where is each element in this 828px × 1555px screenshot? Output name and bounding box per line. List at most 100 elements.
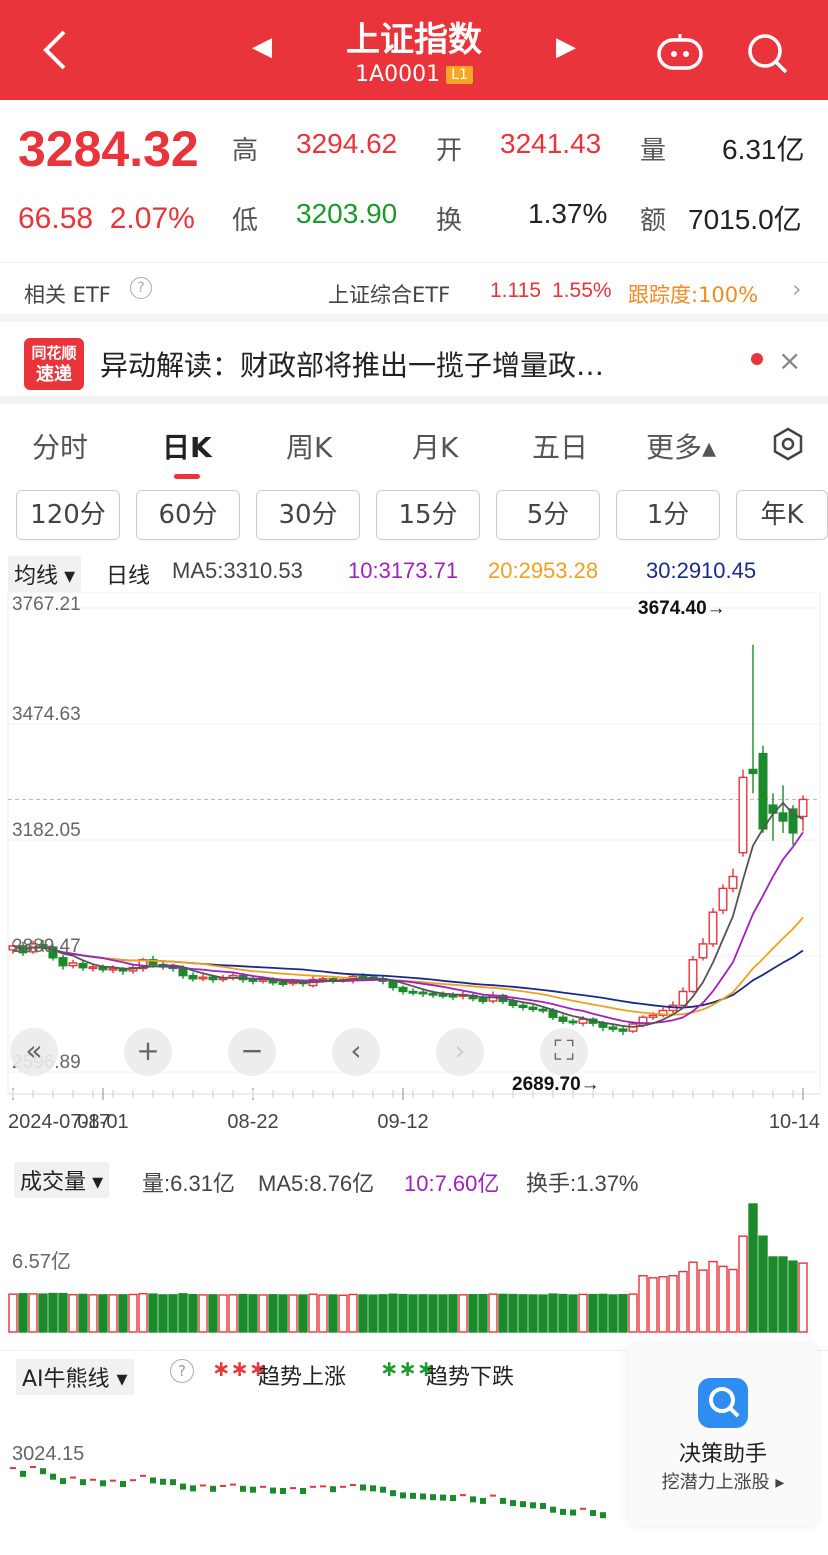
volume-bar bbox=[138, 1293, 148, 1333]
ai-trend-mark bbox=[370, 1485, 376, 1492]
ai-trend-mark bbox=[260, 1485, 266, 1488]
candle-body bbox=[428, 992, 438, 996]
news-headline[interactable]: 异动解读：财政部将推出一揽子增量政… bbox=[100, 344, 604, 384]
close-icon[interactable]: × bbox=[778, 344, 801, 377]
prev-stock-icon[interactable]: ◀ bbox=[252, 32, 272, 62]
candle-body bbox=[398, 986, 408, 993]
y-tick-label: 3767.21 bbox=[12, 594, 81, 615]
volume-bar bbox=[708, 1260, 718, 1333]
ai-selector[interactable]: AI牛熊线 ▾ bbox=[16, 1359, 134, 1395]
candle-body bbox=[528, 1006, 538, 1011]
volume-ma10: 10:7.60亿 bbox=[404, 1171, 500, 1196]
ai-trend-mark bbox=[580, 1507, 586, 1510]
chevron-right-icon: › bbox=[792, 275, 802, 303]
ma10-value: 10:3173.71 bbox=[348, 558, 459, 583]
volume-bar bbox=[58, 1292, 68, 1333]
stock-code: 1A0001 L1 bbox=[300, 62, 528, 87]
ai-trend-mark bbox=[500, 1497, 506, 1504]
candle-body bbox=[578, 1018, 588, 1024]
volume-bar bbox=[758, 1235, 768, 1333]
candle-body bbox=[618, 1028, 628, 1032]
high-marker: 3674.40→ bbox=[638, 598, 726, 619]
ai-trend-mark bbox=[440, 1494, 446, 1501]
tab-monthly-k[interactable]: 月K bbox=[412, 426, 458, 466]
etf-name: 上证综合ETF bbox=[328, 283, 451, 307]
back-icon[interactable] bbox=[36, 22, 76, 78]
volume-bar bbox=[678, 1270, 688, 1333]
ai-trend-mark bbox=[10, 1467, 16, 1470]
scroll-right-icon[interactable]: › bbox=[436, 1028, 484, 1076]
ma30-value: 30:2910.45 bbox=[646, 558, 757, 583]
search-icon[interactable] bbox=[744, 30, 790, 76]
fullscreen-icon[interactable]: ⛶ bbox=[540, 1028, 588, 1076]
ai-trend-mark bbox=[220, 1484, 226, 1487]
volume-bar bbox=[798, 1262, 808, 1333]
open-value: 3241.43 bbox=[500, 128, 602, 159]
ai-help-icon[interactable]: ? bbox=[170, 1359, 194, 1383]
ai-trend-mark bbox=[250, 1486, 256, 1493]
high-value: 3294.62 bbox=[296, 128, 398, 159]
period-30min[interactable]: 30分 bbox=[256, 490, 360, 540]
volume-bar bbox=[268, 1294, 278, 1333]
volume-bar bbox=[128, 1293, 138, 1333]
period-selector: 120分 60分 30分 15分 5分 1分 年K bbox=[0, 488, 828, 544]
volume-bar bbox=[558, 1293, 568, 1333]
period-60min[interactable]: 60分 bbox=[136, 490, 240, 540]
ai-trend-mark bbox=[150, 1477, 156, 1484]
scroll-left-icon[interactable]: ‹ bbox=[332, 1028, 380, 1076]
robot-icon[interactable] bbox=[656, 32, 704, 72]
zoom-out-icon[interactable]: − bbox=[228, 1028, 276, 1076]
ai-trend-mark bbox=[460, 1494, 466, 1497]
volume-bar bbox=[18, 1293, 28, 1333]
turnover-value: 1.37% bbox=[528, 198, 608, 229]
page-title: 上证指数 bbox=[346, 20, 482, 60]
volume-chart[interactable]: 6.57亿 bbox=[0, 1196, 828, 1336]
ma-legend: 均线 ▾ 日线 MA5:3310.53 10:3173.71 20:2953.2… bbox=[0, 552, 828, 592]
volume-bar bbox=[738, 1235, 748, 1333]
tab-more[interactable]: 更多▴ bbox=[646, 426, 716, 466]
period-1min[interactable]: 1分 bbox=[616, 490, 720, 540]
related-etf-row[interactable]: 相关 ETF ? 上证综合ETF 1.115 1.55% 跟踪度:100% › bbox=[0, 262, 828, 322]
etf-tracking: 跟踪度:100% bbox=[628, 283, 759, 307]
tab-five-day[interactable]: 五日 bbox=[532, 426, 588, 466]
candle-body bbox=[78, 963, 88, 969]
volume-bar bbox=[408, 1294, 418, 1333]
volume-y-tick: 6.57亿 bbox=[12, 1250, 71, 1273]
period-120min[interactable]: 120分 bbox=[16, 490, 120, 540]
helper-search-icon bbox=[698, 1378, 748, 1428]
period-15min[interactable]: 15分 bbox=[376, 490, 480, 540]
tab-daily-k[interactable]: 日K bbox=[162, 426, 212, 466]
candle-body bbox=[798, 798, 808, 818]
news-ticker[interactable]: 同花顺 速递 异动解读：财政部将推出一揽子增量政… × bbox=[0, 324, 828, 404]
volume-bar bbox=[568, 1294, 578, 1333]
tab-intraday[interactable]: 分时 bbox=[32, 426, 88, 466]
ai-trend-mark bbox=[210, 1485, 216, 1492]
volume-selector[interactable]: 成交量 ▾ bbox=[14, 1162, 110, 1198]
next-stock-icon[interactable]: ▶ bbox=[556, 32, 576, 62]
ma-selector[interactable]: 均线 ▾ bbox=[8, 556, 82, 592]
kline-chart[interactable]: 3767.213474.633182.052889.472596.89 2024… bbox=[0, 592, 828, 1152]
candle-body bbox=[188, 974, 198, 980]
volume-bar bbox=[248, 1294, 258, 1333]
period-5min[interactable]: 5分 bbox=[496, 490, 600, 540]
volume-bar bbox=[338, 1294, 348, 1333]
candle-body bbox=[418, 991, 428, 995]
zoom-in-icon[interactable]: + bbox=[124, 1028, 172, 1076]
volume-bar bbox=[308, 1293, 318, 1333]
volume-bar bbox=[388, 1293, 398, 1333]
settings-icon[interactable] bbox=[770, 426, 806, 466]
ai-trend-mark bbox=[330, 1486, 336, 1493]
etf-pct: 1.55% bbox=[552, 279, 612, 302]
period-year-k[interactable]: 年K bbox=[736, 490, 828, 540]
ai-trend-mark bbox=[50, 1473, 56, 1480]
volume-bar bbox=[668, 1275, 678, 1333]
tab-weekly-k[interactable]: 周K bbox=[286, 426, 332, 466]
help-icon[interactable]: ? bbox=[130, 277, 152, 299]
candle-body bbox=[758, 752, 768, 830]
level-badge: L1 bbox=[446, 66, 473, 84]
candle-body bbox=[778, 812, 788, 822]
turnover-rate: 换手:1.37% bbox=[526, 1171, 639, 1196]
decision-helper-card[interactable]: 决策助手 挖潜力上涨股 ▸ bbox=[628, 1344, 818, 1526]
rewind-icon[interactable]: « bbox=[10, 1028, 58, 1076]
ai-trend-mark bbox=[540, 1502, 546, 1509]
